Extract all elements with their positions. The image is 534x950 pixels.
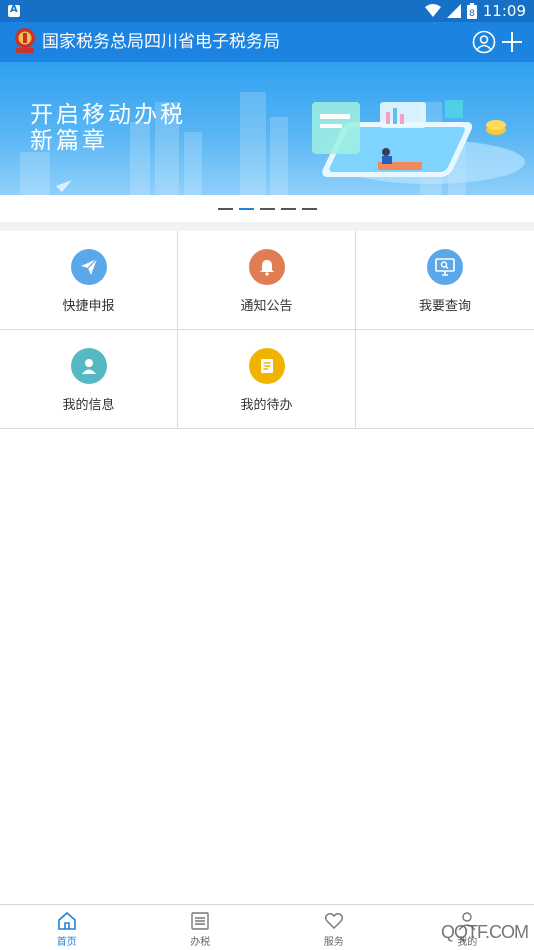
function-grid: 快捷申报 通知公告 我要查询 我的信息 我的待办 [0,231,534,429]
menu-label: 通知公告 [240,299,293,314]
page-title: 国家税务总局四川省电子税务局 [42,32,280,52]
person-icon [70,348,107,384]
menu-label: 我的待办 [240,398,293,413]
monitor-search-icon [427,249,463,285]
section-divider [0,222,534,231]
menu-my-info[interactable]: 我的信息 [0,330,178,428]
tab-label: 服务 [323,937,344,948]
carousel-dot[interactable] [280,207,296,210]
checklist-icon [248,348,285,384]
carousel-dot[interactable] [259,207,275,210]
home-icon [57,911,76,930]
notification-icon [8,4,20,17]
wifi-icon [424,4,441,17]
menu-label: 我的信息 [62,398,115,413]
carousel-dot[interactable] [217,207,233,210]
signal-icon [446,4,461,18]
list-icon [191,912,209,930]
menu-query[interactable]: 我要查询 [356,231,534,329]
svg-text:8: 8 [469,9,475,19]
add-button[interactable] [500,30,524,54]
menu-quick-declare[interactable]: 快捷申报 [0,231,178,329]
app-bar: 国家税务总局四川省电子税务局 [0,22,534,62]
tab-label: 首页 [56,937,77,948]
tab-home[interactable]: 首页 [0,905,134,950]
bell-icon [248,249,285,285]
clock: 11:09 [482,2,526,20]
carousel-indicator [0,195,534,222]
menu-label: 我要查询 [418,299,471,314]
menu-empty-cell [356,330,534,428]
menu-my-todo[interactable]: 我的待办 [178,330,356,428]
carousel-dot-active[interactable] [238,207,254,210]
promo-banner[interactable]: 开启移动办税 新篇章 [0,62,534,195]
status-bar: 8 11:09 [0,0,534,22]
watermark: QQTF.COM [441,922,529,942]
heart-icon [324,913,343,929]
menu-label: 快捷申报 [62,299,115,314]
banner-slogan: 开启移动办税 新篇章 [30,102,186,154]
user-account-button[interactable] [472,30,496,54]
menu-notices[interactable]: 通知公告 [178,231,356,329]
tab-service[interactable]: 服务 [267,905,401,950]
carousel-dot[interactable] [301,207,317,210]
status-indicators: 8 11:09 [424,2,526,20]
battery-icon: 8 [466,3,477,19]
paper-plane-icon [70,249,107,285]
tab-tax[interactable]: 办税 [134,905,268,950]
tax-emblem-logo [15,28,35,53]
tab-label: 办税 [190,937,211,948]
